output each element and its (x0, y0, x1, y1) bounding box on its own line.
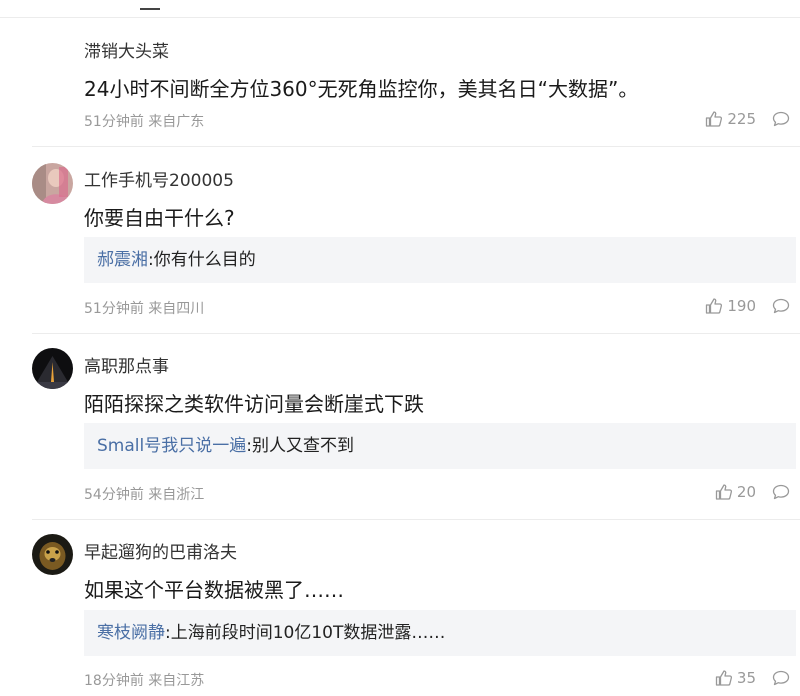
comment-actions: 225 (705, 110, 790, 128)
comment-username[interactable]: 早起遛狗的巴甫洛夫 (84, 538, 237, 563)
comment-time: 54分钟前 (84, 487, 144, 503)
reply-preview[interactable]: 寒枝阙静:上海前段时间10亿10T数据泄露…… (84, 610, 796, 656)
reply-username[interactable]: Small号我只说一遍 (97, 436, 246, 456)
comment-time: 51分钟前 (84, 114, 144, 130)
thumbs-up-icon[interactable] (715, 483, 733, 501)
comment-time: 51分钟前 (84, 301, 144, 317)
comment-username[interactable]: 工作手机号200005 (84, 166, 234, 191)
reply-preview[interactable]: 郝震湘:你有什么目的 (84, 237, 796, 283)
comment-item: 滞销大头菜 24小时不间断全方位360°无死角监控你，美其名日“大数据”。 51… (0, 18, 800, 147)
comment-username[interactable]: 高职那点事 (84, 352, 169, 377)
comment-location: 来自广东 (148, 114, 205, 130)
comment-meta: 18分钟前 来自江苏 (84, 670, 204, 690)
comment-meta: 51分钟前 来自广东 (84, 111, 204, 131)
comment-content: 陌陌探探之类软件访问量会断崖式下跌 (84, 392, 424, 416)
comment-list: 滞销大头菜 24小时不间断全方位360°无死角监控你，美其名日“大数据”。 51… (0, 0, 800, 696)
like-count[interactable]: 190 (727, 297, 756, 315)
like-count[interactable]: 35 (737, 669, 756, 687)
comment-meta: 54分钟前 来自浙江 (84, 484, 204, 504)
reply-preview[interactable]: Small号我只说一遍:别人又查不到 (84, 423, 796, 469)
comment-item: 工作手机号200005 你要自由干什么? 郝震湘:你有什么目的 51分钟前 来自… (0, 147, 800, 334)
comment-actions: 35 (715, 669, 790, 687)
comment-actions: 20 (715, 483, 790, 501)
comment-time: 18分钟前 (84, 673, 144, 689)
comment-item: 早起遛狗的巴甫洛夫 如果这个平台数据被黑了…… 寒枝阙静:上海前段时间10亿10… (0, 520, 800, 696)
avatar[interactable] (32, 163, 73, 204)
reply-username[interactable]: 寒枝阙静 (97, 623, 165, 643)
comment-meta: 51分钟前 来自四川 (84, 298, 204, 318)
comment-location: 来自江苏 (148, 673, 205, 689)
comment-content: 如果这个平台数据被黑了…… (84, 578, 344, 602)
comment-location: 来自四川 (148, 301, 205, 317)
thumbs-up-icon[interactable] (715, 669, 733, 687)
reply-username[interactable]: 郝震湘 (97, 250, 148, 270)
comment-location: 来自浙江 (148, 487, 205, 503)
avatar[interactable] (32, 534, 73, 575)
thumbs-up-icon[interactable] (705, 110, 723, 128)
comment-bubble-icon[interactable] (772, 484, 790, 500)
thumbs-up-icon[interactable] (705, 297, 723, 315)
reply-text: :上海前段时间10亿10T数据泄露…… (165, 623, 446, 643)
top-dash-mark (140, 8, 160, 10)
reply-text: :你有什么目的 (148, 250, 256, 270)
comment-item: 高职那点事 陌陌探探之类软件访问量会断崖式下跌 Small号我只说一遍:别人又查… (0, 334, 800, 520)
comment-bubble-icon[interactable] (772, 670, 790, 686)
comment-bubble-icon[interactable] (772, 298, 790, 314)
avatar[interactable] (32, 348, 73, 389)
comment-bubble-icon[interactable] (772, 111, 790, 127)
comment-content: 你要自由干什么? (84, 206, 235, 230)
comment-username[interactable]: 滞销大头菜 (84, 37, 169, 62)
like-count[interactable]: 225 (727, 110, 756, 128)
comment-actions: 190 (705, 297, 790, 315)
comment-content: 24小时不间断全方位360°无死角监控你，美其名日“大数据”。 (84, 77, 639, 101)
reply-text: :别人又查不到 (246, 436, 354, 456)
like-count[interactable]: 20 (737, 483, 756, 501)
